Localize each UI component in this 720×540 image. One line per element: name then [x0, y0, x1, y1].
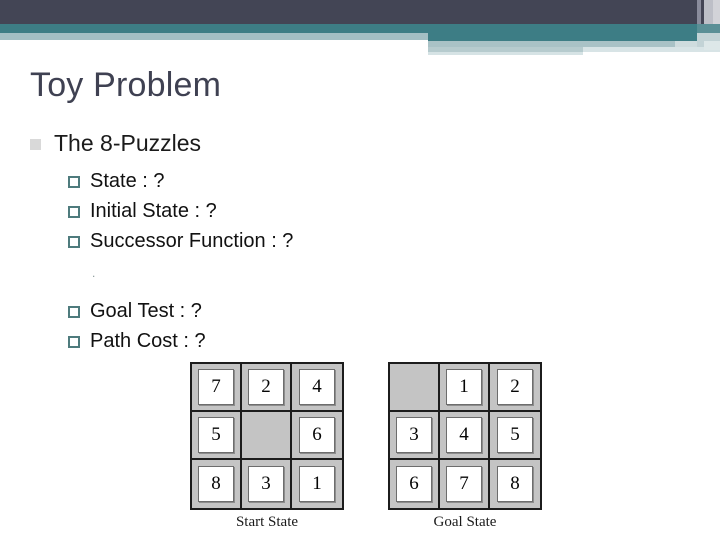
- hollow-square-bullet-icon: [68, 206, 80, 218]
- start-state-grid: 724 5 6 831: [190, 362, 344, 510]
- puzzle-tile: 7: [446, 466, 482, 502]
- header-band-pale-b-tail: [583, 47, 720, 52]
- hollow-square-bullet-icon: [68, 236, 80, 248]
- puzzle-tile: 1: [446, 369, 482, 405]
- goal-state-figure: 12 345 678 Goal State: [388, 362, 542, 530]
- sub-bullet-label-successor-function: Successor Function : ?: [90, 230, 294, 252]
- sub-bullet-label-path-cost: Path Cost : ?: [90, 330, 206, 352]
- bullet-item-the-8-puzzles: The 8-Puzzles: [30, 128, 201, 158]
- puzzle-tile: 8: [198, 466, 234, 502]
- puzzle-cell: 4: [292, 364, 342, 412]
- puzzle-tile: 6: [396, 466, 432, 502]
- puzzle-cell: 2: [490, 364, 540, 412]
- puzzle-cell: 3: [242, 460, 292, 508]
- stray-dot-mark: .: [92, 266, 96, 280]
- puzzle-tile: 5: [497, 417, 533, 453]
- hollow-square-bullet-icon: [68, 306, 80, 318]
- puzzle-cell: 4: [440, 412, 490, 460]
- sub-bullet-list-bottom: Goal Test : ? Path Cost : ?: [68, 298, 628, 358]
- puzzle-tile: 3: [248, 466, 284, 502]
- puzzle-tile: 8: [497, 466, 533, 502]
- start-state-caption: Start State: [235, 514, 299, 530]
- puzzle-cell: 2: [242, 364, 292, 412]
- list-item: Goal Test : ?: [68, 298, 628, 325]
- header-band-navy: [0, 0, 720, 24]
- slide-header-decoration: [0, 0, 720, 56]
- puzzle-cell: 7: [440, 460, 490, 508]
- puzzle-cell: 5: [490, 412, 540, 460]
- hollow-square-bullet-icon: [68, 176, 80, 188]
- bullet-label: The 8-Puzzles: [54, 130, 202, 156]
- puzzle-cell: 8: [192, 460, 242, 508]
- puzzle-cell-blank: [390, 364, 440, 412]
- list-item: State : ?: [68, 168, 628, 195]
- puzzle-cell: 5: [192, 412, 242, 460]
- puzzle-tile: 7: [198, 369, 234, 405]
- list-item: Successor Function : ?: [68, 228, 628, 255]
- puzzle-tile: 3: [396, 417, 432, 453]
- puzzle-tile: 5: [198, 417, 234, 453]
- puzzle-tile: 2: [248, 369, 284, 405]
- puzzle-cell: 8: [490, 460, 540, 508]
- puzzle-tile: 6: [299, 417, 335, 453]
- header-band-teal: [0, 24, 720, 33]
- header-band-teal-right: [428, 33, 720, 41]
- puzzle-cell: 6: [292, 412, 342, 460]
- header-vstripe-teal-overlay: [697, 24, 720, 33]
- puzzle-tile: 4: [299, 369, 335, 405]
- page-title: Toy Problem: [30, 66, 222, 104]
- filled-square-bullet-icon: [30, 139, 41, 150]
- puzzle-tile: 2: [497, 369, 533, 405]
- sub-bullet-label-state: State : ?: [90, 170, 165, 192]
- goal-state-grid: 12 345 678: [388, 362, 542, 510]
- list-item: Initial State : ?: [68, 198, 628, 225]
- puzzle-cell: 6: [390, 460, 440, 508]
- sub-bullet-list-top: State : ? Initial State : ? Successor Fu…: [68, 168, 628, 258]
- hollow-square-bullet-icon: [68, 336, 80, 348]
- start-state-figure: 724 5 6 831 Start State: [190, 362, 344, 530]
- puzzle-cell: 1: [292, 460, 342, 508]
- header-vstripe-pale-overlay-2: [704, 41, 720, 50]
- puzzle-tile: 1: [299, 466, 335, 502]
- goal-state-caption: Goal State: [433, 514, 497, 530]
- puzzle-cell-blank: [242, 412, 292, 460]
- puzzle-cell: 3: [390, 412, 440, 460]
- sub-bullet-label-initial-state: Initial State : ?: [90, 200, 217, 222]
- puzzle-cell: 7: [192, 364, 242, 412]
- puzzle-cell: 1: [440, 364, 490, 412]
- header-band-pale-c: [428, 52, 583, 55]
- sub-bullet-label-goal-test: Goal Test : ?: [90, 300, 202, 322]
- list-item: Path Cost : ?: [68, 328, 628, 355]
- puzzle-tile: 4: [446, 417, 482, 453]
- eight-puzzle-figure: 72456831 Start State 12345678 Goal State: [0, 362, 720, 540]
